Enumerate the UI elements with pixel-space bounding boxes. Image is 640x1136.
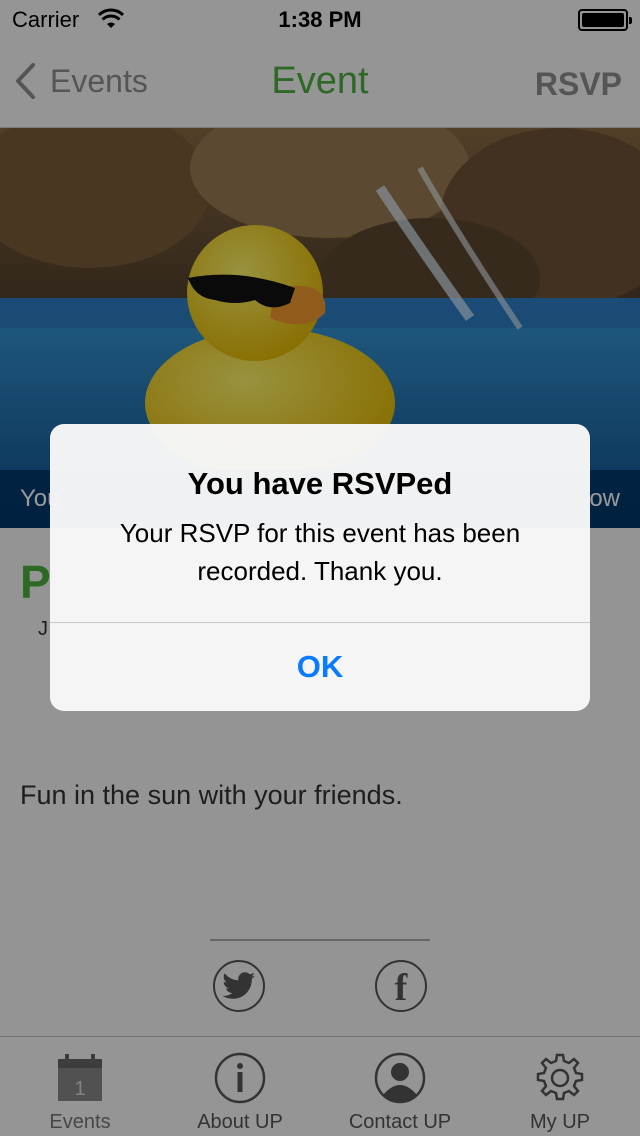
alert-title: You have RSVPed <box>187 466 453 501</box>
ok-button[interactable]: OK <box>50 623 590 711</box>
alert-message: Your RSVP for this event has been record… <box>119 518 521 586</box>
rsvp-confirmation-alert: You have RSVPed Your RSVP for this event… <box>50 424 590 711</box>
